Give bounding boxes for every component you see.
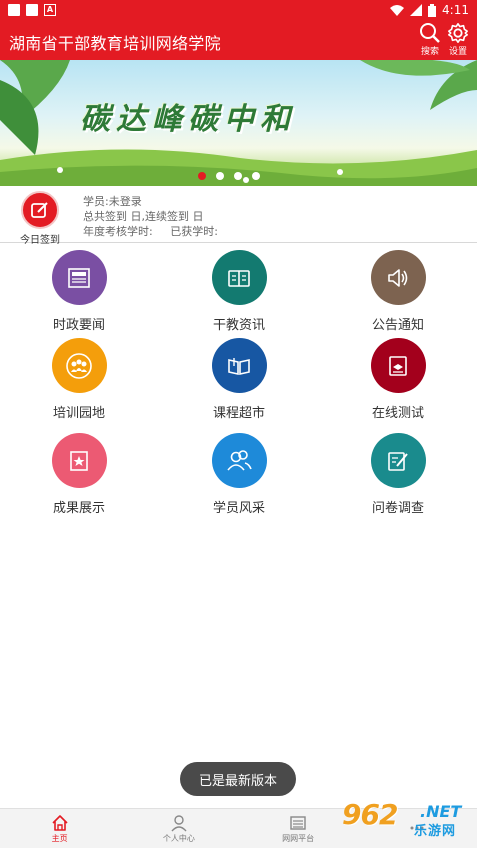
grid-circle <box>211 338 267 393</box>
grid-circle <box>51 250 107 305</box>
watermark-logo: 962 .NET 乐游网 <box>342 798 474 846</box>
search-button[interactable]: 搜索 <box>415 22 445 57</box>
battery-icon <box>428 3 437 17</box>
app-bar: 湖南省干部教育培训网络学院 搜索 设置 <box>0 20 477 60</box>
person-icon <box>171 814 187 831</box>
grid-label: 时政要闻 <box>52 318 105 333</box>
carousel-dot[interactable] <box>198 172 206 180</box>
survey-icon <box>388 451 408 471</box>
watermark-number: 962 <box>342 798 398 831</box>
carousel-dot[interactable] <box>252 172 260 180</box>
user-stats: 学员:未登录 总共签到 日,连续签到 日 年度考核学时: 已获学时: <box>83 194 218 239</box>
books-icon <box>228 357 250 375</box>
settings-button[interactable]: 设置 <box>443 22 473 57</box>
settings-label: 设置 <box>448 47 467 57</box>
checkin-label: 今日签到 <box>20 235 60 246</box>
nav-item-home[interactable]: 主页 <box>0 809 119 848</box>
book-open-icon <box>228 269 250 287</box>
checkin-circle <box>21 191 59 229</box>
edit-icon <box>31 202 48 218</box>
home-icon <box>52 814 68 831</box>
notification-icons: A <box>8 4 56 16</box>
status-time: 4:11 <box>442 3 469 17</box>
gear-icon <box>448 23 468 43</box>
grid-circle <box>51 433 107 488</box>
carousel-indicator <box>198 172 260 180</box>
grid-label: 在线测试 <box>371 406 424 421</box>
grid-item-results[interactable]: 成果展示 <box>19 433 139 516</box>
grid-label: 公告通知 <box>371 318 424 333</box>
wifi-icon <box>390 5 405 16</box>
grid-label: 学员风采 <box>212 501 265 516</box>
grid-label: 干教资讯 <box>212 318 265 333</box>
nav-label: 主页 <box>51 833 68 843</box>
grid-item-notice[interactable]: 公告通知 <box>338 250 458 333</box>
notification-icon <box>26 4 38 16</box>
carousel-dot[interactable] <box>234 172 242 180</box>
grid-label: 培训园地 <box>52 406 105 421</box>
grid-circle <box>370 433 426 488</box>
star-icon <box>70 450 88 471</box>
grid-circle <box>211 250 267 305</box>
search-icon <box>420 23 440 43</box>
user-status: 学员:未登录 <box>83 195 142 208</box>
grid-item-info[interactable]: 干教资讯 <box>179 250 299 333</box>
checkin-button[interactable]: 今日签到 <box>18 191 62 246</box>
nav-label: 个人中心 <box>162 833 195 843</box>
banner-carousel[interactable]: 碳达峰碳中和 <box>0 60 477 186</box>
app-title: 湖南省干部教育培训网络学院 <box>9 34 221 53</box>
grid-item-test[interactable]: 在线测试 <box>338 338 458 421</box>
nav-label: 网网平台 <box>282 833 315 843</box>
watermark-site: 乐游网 <box>414 824 457 839</box>
grid-item-training[interactable]: 培训园地 <box>19 338 139 421</box>
exam-icon <box>389 355 407 376</box>
list-icon <box>290 815 306 830</box>
signal-icon <box>410 4 423 16</box>
grid-item-survey[interactable]: 问卷调查 <box>338 433 458 516</box>
watermark-net: .NET <box>420 802 462 821</box>
nav-item-profile[interactable]: 个人中心 <box>119 809 238 848</box>
toast-message: 已是最新版本 <box>180 762 296 796</box>
notification-icon <box>8 4 20 16</box>
checkin-stats: 总共签到 日,连续签到 日 <box>83 210 204 223</box>
notification-a-icon: A <box>44 4 56 16</box>
grid-item-courses[interactable]: 课程超市 <box>179 338 299 421</box>
grid-circle <box>370 338 426 393</box>
users-icon <box>227 449 252 471</box>
nav-item-platform[interactable]: 网网平台 <box>239 809 358 848</box>
grid-label: 课程超市 <box>212 406 265 421</box>
grid-item-students[interactable]: 学员风采 <box>179 433 299 516</box>
status-bar: A 4:11 <box>0 0 477 20</box>
news-icon <box>68 267 90 288</box>
study-hours: 年度考核学时: 已获学时: <box>83 225 218 238</box>
search-label: 搜索 <box>420 47 439 57</box>
grid-circle <box>51 338 107 393</box>
grid-circle <box>211 433 267 488</box>
banner-headline: 碳达峰碳中和 <box>80 102 296 137</box>
user-info-panel: 今日签到 学员:未登录 总共签到 日,连续签到 日 年度考核学时: 已获学时: <box>0 186 477 246</box>
grid-item-news[interactable]: 时政要闻 <box>19 250 139 333</box>
grid-label: 问卷调查 <box>371 501 424 516</box>
speaker-icon <box>388 268 408 287</box>
carousel-dot[interactable] <box>216 172 224 180</box>
grid-label: 成果展示 <box>52 501 105 516</box>
group-icon <box>66 352 92 379</box>
grid-circle <box>370 250 426 305</box>
